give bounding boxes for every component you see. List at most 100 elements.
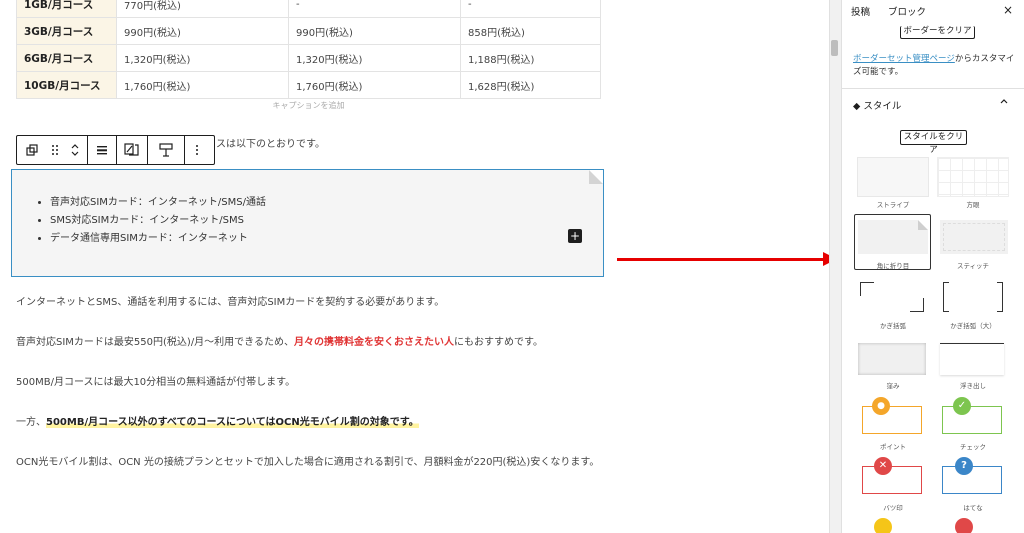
list-item[interactable]: 音声対応SIMカード：インターネット/SMS/通話 (50, 194, 266, 212)
table-cell[interactable]: 1GB/月コース (16, 0, 117, 18)
price-table[interactable]: 1GB/月コース 770円(税込) - - 3GB/月コース 990円(税込) … (16, 0, 601, 99)
format-button[interactable] (148, 136, 184, 164)
paragraph[interactable]: 音声対応SIMカードは最安550円(税込)/月～利用できるため、月々の携帯料金を… (16, 334, 543, 351)
table-cell[interactable]: 1,320円(税込) (288, 44, 461, 72)
transform-icon (26, 144, 38, 156)
clear-style-button[interactable]: スタイルをクリア (900, 130, 967, 155)
drag-handle[interactable] (47, 136, 63, 164)
paragraph[interactable]: OCN光モバイル割は、OCN 光の接続プランとセットで加入した場合に適用される割… (16, 454, 606, 471)
style-label: ストライプ (876, 201, 910, 209)
border-set-link[interactable]: ボーダーセット管理ページ (853, 54, 955, 64)
table-cell[interactable]: 990円(税込) (288, 17, 461, 45)
editor-canvas: 1GB/月コース 770円(税込) - - 3GB/月コース 990円(税込) … (0, 0, 830, 533)
table-cell[interactable]: 3GB/月コース (16, 17, 117, 45)
drag-icon (52, 145, 58, 155)
move-up-down-button[interactable] (63, 136, 87, 164)
paragraph-text: 音声対応SIMカードは最安550円(税込)/月～利用できるため、 (16, 337, 294, 348)
table-row: 10GB/月コース 1,760円(税込) 1,760円(税込) 1,628円(税… (16, 71, 601, 99)
table-cell[interactable]: 1,188円(税込) (460, 44, 601, 72)
chevron-up-icon[interactable] (1000, 97, 1008, 107)
style-option-grid[interactable] (937, 157, 1009, 197)
paragraph[interactable]: 一方、500MB/月コース以外のすべてのコースについてはOCN光モバイル割の対象… (16, 414, 419, 431)
table-cell[interactable]: 1,760円(税込) (116, 71, 289, 99)
align-icon (97, 146, 107, 155)
close-icon[interactable]: × (1003, 3, 1013, 17)
style-option-bracket-large[interactable] (943, 282, 1003, 312)
table-cell[interactable]: 10GB/月コース (16, 71, 117, 99)
style-button[interactable] (117, 136, 147, 164)
style-panel-header[interactable]: ◆ スタイル (853, 98, 901, 112)
more-options-button[interactable] (185, 136, 209, 164)
table-cell[interactable]: 858円(税込) (460, 17, 601, 45)
style-label: かぎ括弧（大） (950, 322, 996, 330)
sim-type-list[interactable]: 音声対応SIMカード：インターネット/SMS/通話 SMS対応SIMカード：イン… (50, 194, 266, 248)
table-cell[interactable]: - (288, 0, 461, 18)
paragraph[interactable]: 500MB/月コースには最大10分相当の無料通話が付帯します。 (16, 374, 295, 391)
marker-highlight-text: 500MB/月コース以外のすべてのコースについてはOCN光モバイル割の対象です。 (46, 417, 419, 428)
format-icon (159, 143, 173, 157)
tab-post[interactable]: 投稿 (842, 4, 879, 18)
table-row: 3GB/月コース 990円(税込) 990円(税込) 858円(税込) (16, 17, 601, 45)
style-panel-title: スタイル (863, 101, 902, 112)
style-option-question[interactable] (942, 466, 1002, 494)
table-cell[interactable]: 1,320円(税込) (116, 44, 289, 72)
sidebar-tabs: 投稿 ブロック × (842, 0, 1024, 22)
style-option-stripe[interactable] (857, 157, 929, 197)
scrollbar-thumb[interactable] (831, 40, 838, 56)
clear-border-button[interactable]: ボーダーをクリア (900, 26, 975, 39)
paint-drop-icon: ◆ (853, 101, 861, 112)
table-row: 6GB/月コース 1,320円(税込) 1,320円(税込) 1,188円(税込… (16, 44, 601, 72)
table-cell[interactable]: 1,628円(税込) (460, 71, 601, 99)
table-cell[interactable]: 6GB/月コース (16, 44, 117, 72)
transform-block-button[interactable] (17, 136, 47, 164)
style-option-bracket[interactable] (860, 282, 924, 312)
style-option-inset[interactable] (858, 343, 926, 375)
style-label: 方眼 (966, 201, 980, 209)
table-row: 1GB/月コース 770円(税込) - - (16, 0, 601, 18)
style-label: 角に折り目 (876, 262, 910, 270)
paragraph-text: にもおすすめです。 (453, 337, 543, 348)
style-label: バツ印 (883, 504, 903, 512)
style-option-emboss[interactable] (940, 343, 1004, 375)
block-toolbar (16, 135, 215, 165)
table-cell[interactable]: 990円(税込) (116, 17, 289, 45)
style-label: はてな (963, 504, 983, 512)
panel-divider (842, 88, 1024, 89)
style-label: かぎ括弧 (880, 322, 906, 330)
style-label: チェック (960, 443, 986, 451)
style-label: 窪み (886, 382, 900, 390)
list-item[interactable]: SMS対応SIMカード：インターネット/SMS (50, 212, 266, 230)
align-button[interactable] (88, 136, 116, 164)
settings-sidebar: 投稿 ブロック × ボーダーをクリア ボーダーセット管理ページからカスタマイズ可… (841, 0, 1024, 533)
table-cell[interactable]: - (460, 0, 601, 18)
table-cell[interactable]: 770円(税込) (116, 0, 289, 18)
paint-icon (124, 143, 139, 156)
tab-block[interactable]: ブロック (879, 4, 935, 18)
block-inserter-button[interactable]: + (568, 229, 582, 243)
paragraph-text: 一方、 (16, 417, 46, 428)
red-arrow-line (617, 258, 824, 261)
note-icon (955, 518, 973, 533)
selected-group-block[interactable]: 音声対応SIMカード：インターネット/SMS/通話 SMS対応SIMカード：イン… (11, 169, 604, 277)
table-cell[interactable]: 1,760円(税込) (288, 71, 461, 99)
chevron-up-down-icon (71, 144, 79, 156)
style-option-check[interactable] (942, 406, 1002, 434)
paragraph-partial[interactable]: スは以下のとおりです。 (216, 135, 325, 150)
check-icon: ✓ (953, 397, 971, 415)
folded-corner-decoration (589, 170, 603, 184)
style-option-point[interactable] (862, 406, 922, 434)
list-item[interactable]: データ通信専用SIMカード：インターネット (50, 230, 266, 248)
style-label: ポイント (880, 443, 906, 451)
border-settings-note: ボーダーセット管理ページからカスタマイズ可能です。 (853, 53, 1019, 79)
editor-scrollbar[interactable] (829, 0, 841, 533)
alert-icon (874, 518, 892, 533)
paragraph[interactable]: インターネットとSMS、通話を利用するには、音声対応SIMカードを契約する必要が… (16, 294, 444, 311)
question-icon: ? (955, 457, 973, 475)
style-option-stitch[interactable] (940, 220, 1008, 254)
style-option-cross[interactable] (862, 466, 922, 494)
style-label: スティッチ (956, 262, 990, 270)
table-caption-placeholder[interactable]: キャプションを追加 (16, 100, 601, 111)
highlight-red-text: 月々の携帯料金を安くおさえたい人 (293, 337, 454, 348)
style-option-folded-corner[interactable] (858, 220, 928, 254)
more-vertical-icon (196, 145, 198, 155)
